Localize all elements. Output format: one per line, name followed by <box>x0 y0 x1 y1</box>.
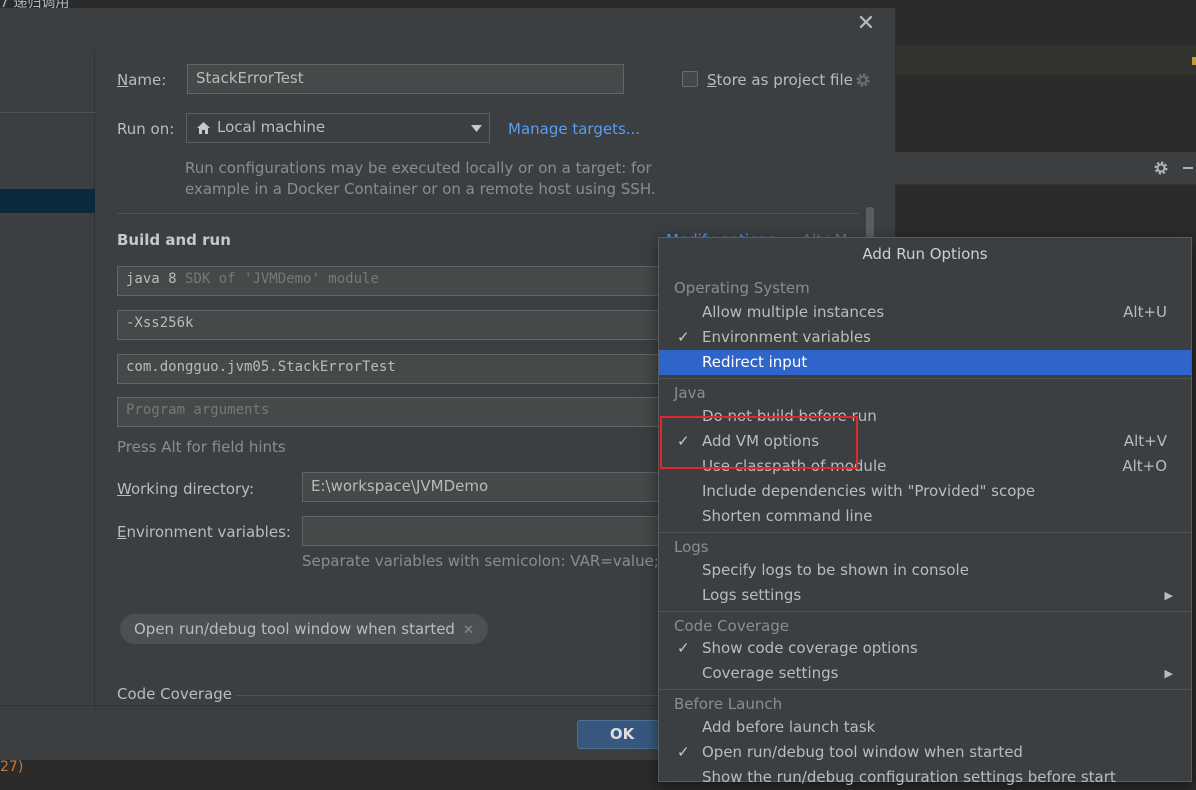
menu-item-label: Add before launch task <box>702 718 876 736</box>
menu-item-shorten-command-line[interactable]: Shorten command line <box>659 504 1191 529</box>
working-directory-label: Working directory: <box>117 480 255 498</box>
program-arguments-field[interactable]: Program arguments <box>117 397 677 427</box>
close-icon[interactable]: ✕ <box>463 623 474 638</box>
sdk-hint: SDK of 'JVMDemo' module <box>185 271 379 287</box>
alt-hint: Press Alt for field hints <box>117 438 286 456</box>
group-logs: Logs <box>674 538 709 556</box>
editor-line-highlight <box>895 45 1196 75</box>
store-as-project-checkbox[interactable] <box>682 71 698 87</box>
sdk-value: java 8 <box>126 271 177 287</box>
build-and-run-title: Build and run <box>117 231 231 249</box>
code-coverage-title: Code Coverage <box>117 685 233 703</box>
menu-item-open-toolwindow[interactable]: ✓ Open run/debug tool window when starte… <box>659 740 1191 765</box>
menu-item-shortcut: Alt+U <box>1123 303 1167 321</box>
minimize-icon[interactable] <box>1183 167 1193 169</box>
tree-selected-item[interactable] <box>0 189 95 213</box>
run-on-hint-line2: example in a Docker Container or on a re… <box>185 180 656 198</box>
vm-options-field[interactable]: -Xss256k <box>117 310 677 340</box>
envvars-label-rest: nvironment variables: <box>126 523 291 541</box>
menu-item-include-dependencies[interactable]: Include dependencies with "Provided" sco… <box>659 479 1191 504</box>
section-divider <box>117 213 859 214</box>
run-on-value: Local machine <box>217 118 326 136</box>
run-on-label: Run on: <box>117 120 175 138</box>
sdk-select[interactable]: java 8 SDK of 'JVMDemo' module <box>117 266 677 296</box>
submenu-arrow-icon: ▶ <box>1164 589 1173 602</box>
popup-divider <box>659 378 1191 379</box>
menu-item-label: Allow multiple instances <box>702 303 885 321</box>
menu-item-logs-settings[interactable]: Logs settings ▶ <box>659 583 1191 608</box>
close-icon[interactable]: ✕ <box>856 13 876 35</box>
group-code-coverage: Code Coverage <box>674 617 790 635</box>
group-java: Java <box>674 384 706 402</box>
menu-item-label: Environment variables <box>702 328 871 346</box>
group-before-launch: Before Launch <box>674 695 783 713</box>
check-icon: ✓ <box>677 328 690 346</box>
menu-item-show-coverage-options[interactable]: ✓ Show code coverage options <box>659 636 1191 661</box>
popup-divider <box>659 611 1191 612</box>
name-label: Name: <box>117 71 167 89</box>
ok-button[interactable]: OK <box>577 720 667 749</box>
menu-item-allow-multiple-instances[interactable]: Allow multiple instances Alt+U <box>659 300 1191 325</box>
home-icon <box>197 122 210 134</box>
check-icon: ✓ <box>677 743 690 761</box>
environment-variables-label: Environment variables: <box>117 523 291 541</box>
highlight-box <box>660 416 858 469</box>
menu-item-shortcut: Alt+O <box>1122 457 1167 475</box>
run-on-select[interactable]: Local machine <box>186 113 490 143</box>
open-toolwindow-chip[interactable]: Open run/debug tool window when started ✕ <box>120 614 488 644</box>
tree-divider <box>0 112 95 113</box>
name-field[interactable]: StackErrorTest <box>187 64 624 94</box>
menu-item-label: Logs settings <box>702 586 802 604</box>
workdir-label-rest: orking directory: <box>130 480 255 498</box>
chevron-down-icon <box>471 125 482 132</box>
environment-variables-field[interactable] <box>302 516 677 546</box>
menu-item-specify-logs[interactable]: Specify logs to be shown in console <box>659 558 1191 583</box>
menu-item-label: Coverage settings <box>702 664 839 682</box>
working-directory-field[interactable]: E:\workspace\JVMDemo <box>302 472 677 502</box>
add-run-options-popup: Add Run Options Operating System Allow m… <box>658 237 1192 786</box>
menu-item-label: Open run/debug tool window when started <box>702 743 1023 761</box>
menu-item-redirect-input[interactable]: Redirect input <box>659 350 1191 375</box>
tool-window-header <box>895 152 1196 185</box>
menu-item-label: Specify logs to be shown in console <box>702 561 969 579</box>
main-class-field[interactable]: com.dongguo.jvm05.StackErrorTest <box>117 354 677 384</box>
popup-divider <box>659 689 1191 690</box>
gear-icon[interactable] <box>1153 160 1169 176</box>
menu-item-label: Include dependencies with "Provided" sco… <box>702 482 1036 500</box>
menu-item-shortcut: Alt+V <box>1123 432 1167 450</box>
submenu-arrow-icon: ▶ <box>1164 667 1173 680</box>
gear-icon[interactable] <box>855 72 871 88</box>
code-coverage-divider <box>236 695 666 696</box>
chip-label: Open run/debug tool window when started <box>134 620 455 638</box>
editor-bottom-strip <box>0 760 660 777</box>
popup-title: Add Run Options <box>659 238 1191 270</box>
store-label-rest: tore as project file <box>716 71 853 89</box>
check-icon: ✓ <box>677 639 690 657</box>
editor-bottom-text: 27) <box>0 759 24 775</box>
group-operating-system: Operating System <box>674 279 810 297</box>
run-on-hint-line1: Run configurations may be executed local… <box>185 159 652 177</box>
menu-item-add-before-launch[interactable]: Add before launch task <box>659 715 1191 740</box>
popup-divider <box>659 532 1191 533</box>
menu-item-show-settings-before-start[interactable]: Show the run/debug configuration setting… <box>659 765 1191 790</box>
menu-item-label: Show the run/debug configuration setting… <box>702 768 1116 786</box>
environment-variables-hint: Separate variables with semicolon: VAR=v… <box>302 552 684 570</box>
store-as-project-label[interactable]: Store as project file <box>707 71 853 89</box>
manage-targets-link[interactable]: Manage targets... <box>508 120 640 138</box>
editor-marker <box>1192 57 1196 65</box>
menu-item-label: Shorten command line <box>702 507 873 525</box>
editor-top-strip <box>0 0 895 8</box>
menu-item-label: Show code coverage options <box>702 639 918 657</box>
menu-item-label: Redirect input <box>702 353 808 371</box>
menu-item-coverage-settings[interactable]: Coverage settings ▶ <box>659 661 1191 686</box>
configurations-tree <box>0 50 95 714</box>
menu-item-environment-variables[interactable]: ✓ Environment variables <box>659 325 1191 350</box>
